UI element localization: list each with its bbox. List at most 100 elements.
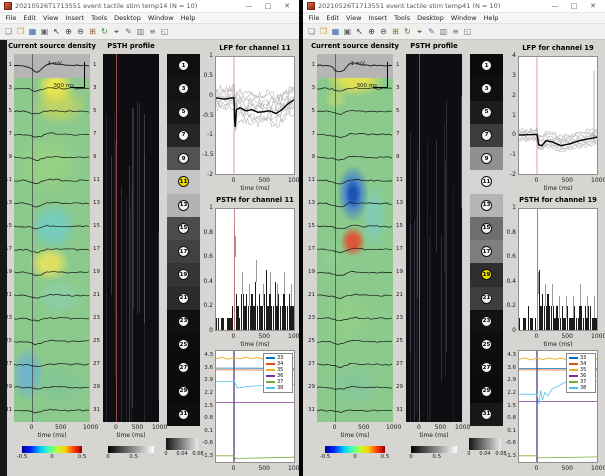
menu-tools[interactable]: Tools [88,14,111,22]
channel-row[interactable]: 9 [470,147,503,170]
save-icon[interactable]: ▦ [330,26,341,38]
legend-icon[interactable]: ≡ [450,26,461,38]
legend-icon[interactable]: ≡ [147,26,158,38]
menu-insert[interactable]: Insert [365,14,391,22]
rotate-icon[interactable]: ↻ [99,26,110,38]
pan-icon[interactable]: ⊞ [87,26,98,38]
menu-edit[interactable]: Edit [20,14,40,22]
close-button[interactable]: ✕ [279,2,295,10]
channel-row[interactable]: 31 [470,403,503,426]
channel-row[interactable]: 17 [167,240,200,263]
colorbar-icon[interactable]: ▥ [135,26,146,38]
channel-button-19[interactable]: 19 [481,269,492,280]
maximize-button[interactable]: □ [566,2,582,10]
channel-row[interactable]: 23 [167,310,200,333]
channel-row[interactable]: 29 [470,380,503,403]
channel-button-11[interactable]: 11 [481,176,492,187]
data-cursor-icon[interactable]: ⌖ [414,26,425,38]
menu-desktop[interactable]: Desktop [414,14,448,22]
channel-button-7[interactable]: 7 [178,130,189,141]
menu-view[interactable]: View [342,14,364,22]
channel-row[interactable]: 11 [167,170,200,193]
channel-button-25[interactable]: 25 [481,339,492,350]
minimize-button[interactable]: — [547,2,563,10]
menu-tools[interactable]: Tools [391,14,414,22]
channel-row[interactable]: 5 [470,101,503,124]
channel-button-17[interactable]: 17 [178,246,189,257]
channel-row[interactable]: 27 [167,356,200,379]
menu-edit[interactable]: Edit [323,14,343,22]
channel-button-13[interactable]: 13 [481,200,492,211]
maximize-button[interactable]: □ [260,2,276,10]
menu-insert[interactable]: Insert [62,14,88,22]
minimize-button[interactable]: — [241,2,257,10]
colorbar-icon[interactable]: ▥ [438,26,449,38]
menu-help[interactable]: Help [480,14,502,22]
channel-row[interactable]: 25 [470,333,503,356]
channel-button-1[interactable]: 1 [481,60,492,71]
rotate-icon[interactable]: ↻ [402,26,413,38]
menu-desktop[interactable]: Desktop [111,14,145,22]
open-file-icon[interactable]: ❐ [318,26,329,38]
open-file-icon[interactable]: ❐ [15,26,26,38]
menu-view[interactable]: View [39,14,61,22]
channel-button-21[interactable]: 21 [481,293,492,304]
channel-button-13[interactable]: 13 [178,200,189,211]
new-figure-icon[interactable]: ❏ [3,26,14,38]
channel-button-23[interactable]: 23 [178,316,189,327]
brush-icon[interactable]: ✎ [426,26,437,38]
channel-button-17[interactable]: 17 [481,246,492,257]
channel-row[interactable]: 15 [470,217,503,240]
menu-window[interactable]: Window [144,14,177,22]
data-cursor-icon[interactable]: ⌖ [111,26,122,38]
pan-icon[interactable]: ⊞ [390,26,401,38]
channel-row[interactable]: 21 [470,287,503,310]
channel-button-21[interactable]: 21 [178,293,189,304]
channel-row[interactable]: 13 [470,194,503,217]
channel-button-31[interactable]: 31 [178,409,189,420]
brush-icon[interactable]: ✎ [123,26,134,38]
zoom-out-icon[interactable]: ⊖ [75,26,86,38]
menu-file[interactable]: File [305,14,323,22]
channel-row[interactable]: 31 [167,403,200,426]
channel-button-27[interactable]: 27 [178,362,189,373]
channel-row[interactable]: 23 [470,310,503,333]
channel-button-29[interactable]: 29 [178,386,189,397]
channel-button-15[interactable]: 15 [481,223,492,234]
channel-button-5[interactable]: 5 [481,107,492,118]
print-icon[interactable]: ▣ [39,26,50,38]
close-button[interactable]: ✕ [585,2,601,10]
channel-button-29[interactable]: 29 [481,386,492,397]
channel-button-11[interactable]: 11 [178,176,189,187]
channel-row[interactable]: 25 [167,333,200,356]
channel-row[interactable]: 29 [167,380,200,403]
channel-button-9[interactable]: 9 [481,153,492,164]
channel-row[interactable]: 3 [167,77,200,100]
channel-row[interactable]: 21 [167,287,200,310]
channel-row[interactable]: 7 [167,124,200,147]
channel-row[interactable]: 9 [167,147,200,170]
channel-row[interactable]: 15 [167,217,200,240]
channel-row[interactable]: 17 [470,240,503,263]
pointer-icon[interactable]: ↖ [51,26,62,38]
channel-button-1[interactable]: 1 [178,60,189,71]
channel-row[interactable]: 19 [167,263,200,286]
channel-button-5[interactable]: 5 [178,107,189,118]
menu-window[interactable]: Window [447,14,480,22]
channel-row[interactable]: 3 [470,77,503,100]
channel-row[interactable]: 5 [167,101,200,124]
channel-button-3[interactable]: 3 [178,83,189,94]
zoom-out-icon[interactable]: ⊖ [378,26,389,38]
zoom-in-icon[interactable]: ⊕ [63,26,74,38]
save-icon[interactable]: ▦ [27,26,38,38]
channel-button-7[interactable]: 7 [481,130,492,141]
channel-button-25[interactable]: 25 [178,339,189,350]
dock-icon[interactable]: ◱ [462,26,473,38]
channel-button-3[interactable]: 3 [481,83,492,94]
channel-button-15[interactable]: 15 [178,223,189,234]
pointer-icon[interactable]: ↖ [354,26,365,38]
channel-row[interactable]: 27 [470,356,503,379]
channel-row[interactable]: 19 [470,263,503,286]
channel-button-23[interactable]: 23 [481,316,492,327]
channel-row[interactable]: 1 [470,54,503,77]
